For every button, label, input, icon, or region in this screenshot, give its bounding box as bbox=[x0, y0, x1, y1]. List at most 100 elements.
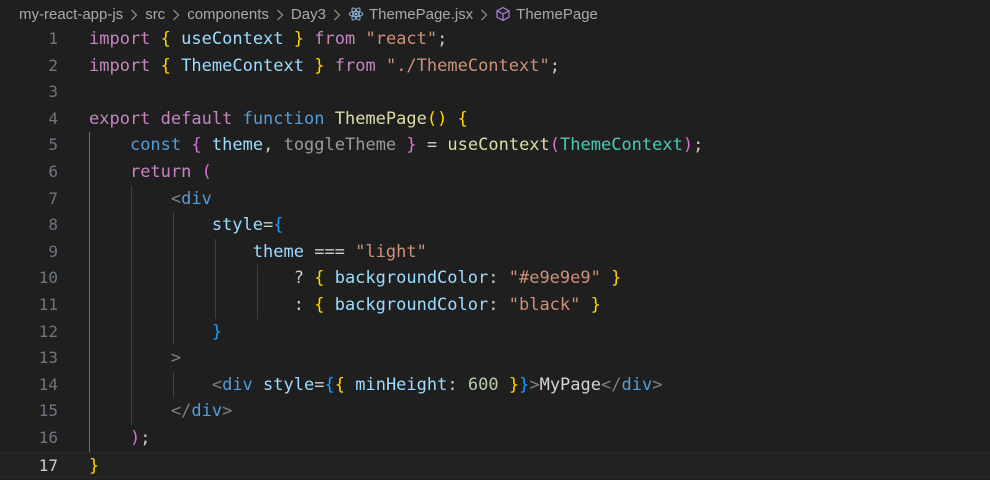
code-token: } bbox=[293, 29, 305, 49]
code-token: "#e9e9e9" bbox=[508, 268, 601, 289]
line-number: 16 bbox=[38, 428, 58, 447]
line-number: 2 bbox=[48, 55, 58, 75]
code-token: ( bbox=[201, 162, 212, 182]
code-line[interactable]: 9 theme === "light" bbox=[0, 239, 990, 266]
code-token: from bbox=[314, 29, 356, 49]
code-line[interactable]: 15 </div> bbox=[0, 398, 990, 425]
code-token: } bbox=[508, 374, 520, 395]
chevron-right-icon bbox=[273, 6, 287, 23]
code-token: ? bbox=[293, 268, 304, 289]
code-line[interactable]: 1 import { useContext } from "react"; bbox=[0, 26, 990, 53]
code-token: style bbox=[263, 374, 315, 395]
breadcrumb-item-file[interactable]: ThemePage.jsx bbox=[348, 6, 473, 23]
code-token: backgroundColor bbox=[334, 295, 489, 315]
chevron-right-icon bbox=[169, 6, 183, 23]
code-line[interactable]: 2 import { ThemeContext } from "./ThemeCo… bbox=[0, 53, 990, 80]
code-line[interactable]: 11 : { backgroundColor: "black" } bbox=[0, 292, 990, 319]
code-line[interactable]: 10 ? { backgroundColor: "#e9e9e9" } bbox=[0, 265, 990, 292]
code-token: > bbox=[529, 374, 540, 395]
code-line[interactable]: 13 > bbox=[0, 345, 990, 372]
code-token: : bbox=[488, 268, 499, 289]
indent-guide bbox=[173, 371, 174, 399]
line-number: 13 bbox=[38, 348, 58, 368]
code-line[interactable]: 5 const { theme, toggleTheme } = useCont… bbox=[0, 132, 990, 159]
code-text: > bbox=[89, 345, 181, 372]
indent-guide bbox=[173, 212, 174, 346]
code-token: } bbox=[611, 268, 622, 289]
code-token: } bbox=[211, 321, 223, 342]
breadcrumb-item-symbol[interactable]: ThemePage bbox=[495, 6, 598, 23]
code-text: const { theme, toggleTheme } = useContex… bbox=[89, 132, 703, 159]
code-text: ? { backgroundColor: "#e9e9e9" } bbox=[89, 265, 622, 292]
code-token: </ bbox=[601, 374, 622, 395]
code-token: === bbox=[314, 241, 345, 262]
breadcrumb-item-src[interactable]: src bbox=[145, 6, 165, 23]
code-line[interactable]: 14 <div style={{ minHeight: 600 }}>MyPag… bbox=[0, 372, 990, 399]
code-token: { bbox=[191, 135, 202, 156]
code-token: > bbox=[170, 348, 182, 369]
code-line[interactable]: 7 <div bbox=[0, 186, 990, 213]
code-line[interactable]: 17} bbox=[0, 451, 990, 479]
code-token: : bbox=[447, 374, 458, 395]
code-line[interactable]: 3 bbox=[0, 79, 990, 106]
code-token: { bbox=[273, 215, 284, 236]
code-line[interactable]: 16 ); bbox=[0, 425, 990, 452]
code-token: "light" bbox=[355, 241, 427, 262]
indent-guide bbox=[257, 265, 258, 319]
code-text: : { backgroundColor: "black" } bbox=[89, 292, 601, 319]
code-token: > bbox=[652, 374, 663, 395]
code-text: return ( bbox=[89, 159, 212, 186]
code-token: export bbox=[89, 108, 151, 129]
code-token: theme bbox=[211, 135, 264, 156]
code-line[interactable]: 6 return ( bbox=[0, 159, 990, 186]
breadcrumb-item-day3[interactable]: Day3 bbox=[291, 6, 326, 23]
code-line[interactable]: 4 export default function ThemePage() { bbox=[0, 106, 990, 133]
code-editor[interactable]: 1 import { useContext } from "react"; 2 imp… bbox=[0, 26, 990, 480]
code-token: const bbox=[129, 135, 182, 156]
breadcrumb-symbol-label: ThemePage bbox=[516, 5, 598, 23]
breadcrumb-item-components[interactable]: components bbox=[187, 6, 269, 23]
react-icon bbox=[348, 6, 364, 22]
code-token: return bbox=[129, 162, 192, 182]
code-token: { bbox=[314, 295, 325, 315]
code-token: MyPage bbox=[539, 374, 601, 395]
chevron-right-icon bbox=[127, 6, 141, 23]
code-token: import bbox=[89, 55, 151, 76]
line-number: 10 bbox=[38, 268, 58, 288]
code-token: { bbox=[160, 55, 171, 76]
code-token: theme bbox=[252, 241, 304, 262]
code-token: { bbox=[314, 268, 325, 289]
code-line[interactable]: 8 style={ bbox=[0, 212, 990, 239]
code-token: < bbox=[170, 188, 182, 209]
breadcrumb-item-project[interactable]: my-react-app-js bbox=[19, 6, 123, 23]
code-text: <div style={{ minHeight: 600 }}>MyPage</… bbox=[89, 372, 663, 399]
line-number: 12 bbox=[38, 321, 58, 341]
code-line[interactable]: 12 } bbox=[0, 319, 990, 346]
code-token: ThemeContext bbox=[181, 55, 304, 76]
